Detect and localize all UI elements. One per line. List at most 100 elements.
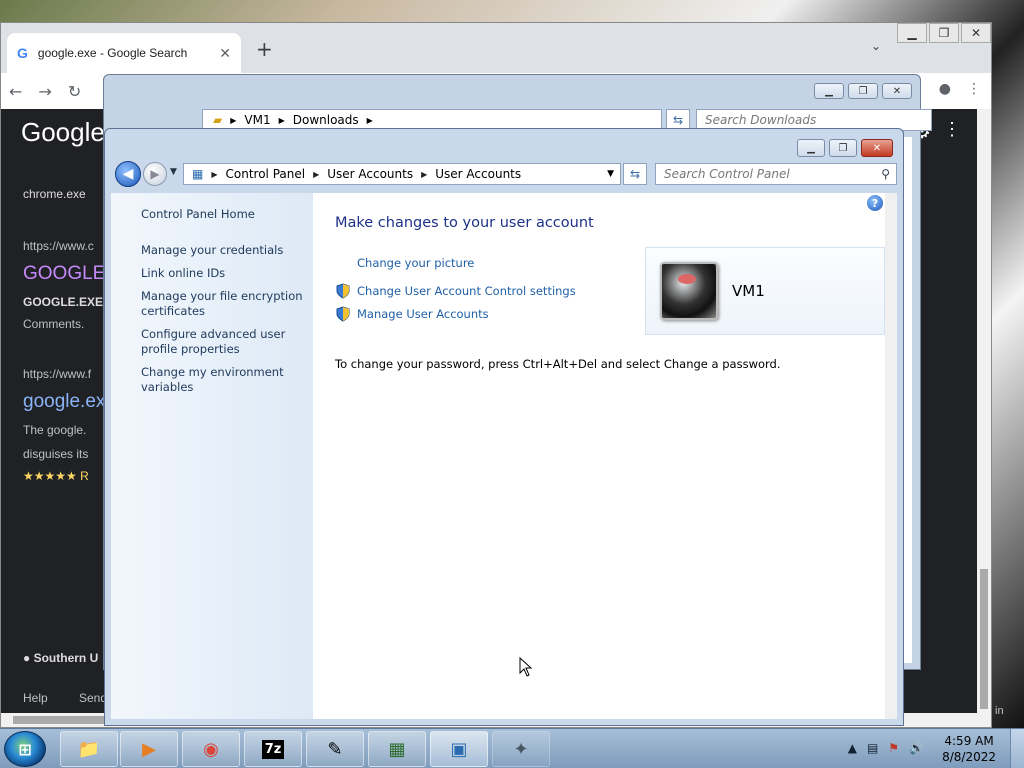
breadcrumb-item[interactable]: User Accounts: [435, 167, 521, 181]
close-button[interactable]: ✕: [861, 139, 893, 157]
start-button[interactable]: ⊞: [4, 731, 46, 767]
taskbar: ⊞ 📁 ▶ ◉ 7z ✎ ▦ ▣ ✦ ▲ ▤ ⚑ 🔊 4:59 AM 8/8/2…: [0, 728, 1024, 768]
search-placeholder: Search Control Panel: [664, 167, 790, 181]
notepad-icon: ✎: [327, 738, 343, 760]
chrome-window-controls: ▁ ❐ ✕: [895, 23, 991, 43]
search-input[interactable]: Search Control Panel ⚲: [655, 163, 897, 185]
refresh-icon[interactable]: ⇆: [623, 163, 647, 185]
reload-icon[interactable]: ↻: [68, 82, 81, 101]
close-button[interactable]: ✕: [882, 83, 912, 99]
explorer-window-controls: ▁ ❐ ✕: [814, 83, 912, 99]
sidebar-item-online-ids[interactable]: Link online IDs: [141, 266, 311, 281]
chrome-tab-strip: G google.exe - Google Search ✕ + ⌄ ▁ ❐ ✕: [1, 23, 991, 73]
control-panel-icon: ▦: [192, 167, 204, 181]
sidebar-home-link[interactable]: Control Panel Home: [141, 207, 311, 222]
result-title-link[interactable]: google.ex: [23, 391, 105, 413]
history-dropdown-icon[interactable]: ▼: [170, 167, 177, 177]
sidebar-item-encryption[interactable]: Manage your file encryption certificates: [141, 289, 311, 319]
result-snippet: chrome.exe: [23, 187, 86, 201]
chrome-menu-icon[interactable]: ⋮: [967, 81, 981, 97]
chrome-icon: ◉: [203, 738, 219, 760]
taskbar-media-player[interactable]: ▶: [120, 731, 178, 767]
cp-content: Control Panel Home Manage your credentia…: [111, 193, 897, 719]
minimize-button[interactable]: ▁: [814, 83, 844, 99]
taskbar-chrome[interactable]: ◉: [182, 731, 240, 767]
action-center-icon[interactable]: ⚑: [888, 741, 899, 755]
cp-window-controls: ▁ ❐ ✕: [797, 139, 893, 157]
new-tab-button[interactable]: +: [256, 37, 273, 61]
profile-icon[interactable]: ●: [939, 81, 951, 97]
footer-help-link[interactable]: Help: [23, 691, 48, 705]
taskbar-terminal[interactable]: ▦: [368, 731, 426, 767]
breadcrumb-item[interactable]: Downloads: [293, 113, 359, 127]
minimize-button[interactable]: ▁: [897, 23, 927, 43]
cp-navbar: ◀ ▶ ▼ ▦ ▶ Control Panel ▶ User Accounts …: [113, 161, 897, 189]
volume-icon[interactable]: 🔊: [909, 741, 924, 755]
breadcrumb-item[interactable]: VM1: [244, 113, 270, 127]
tab-search-chevron-icon[interactable]: ⌄: [871, 39, 881, 53]
network-icon[interactable]: ▤: [867, 741, 878, 755]
vertical-scrollbar[interactable]: [885, 193, 897, 719]
maximize-button[interactable]: ❐: [829, 139, 857, 157]
back-arrow-icon[interactable]: ←: [9, 82, 22, 101]
back-arrow-icon[interactable]: ◀: [115, 161, 141, 187]
vertical-scrollbar[interactable]: [977, 109, 991, 713]
apps-menu-icon[interactable]: ⋮: [943, 119, 961, 140]
minimize-button[interactable]: ▁: [797, 139, 825, 157]
taskbar-control-panel[interactable]: ▣: [430, 731, 488, 767]
google-favicon-icon: G: [17, 45, 28, 61]
help-icon[interactable]: ?: [867, 195, 883, 211]
result-title-link[interactable]: GOOGLE: [23, 263, 105, 285]
forward-arrow-icon[interactable]: ▶: [143, 162, 167, 186]
footer-send-link[interactable]: Send: [79, 691, 107, 705]
folder-icon: ▰: [213, 113, 223, 127]
media-player-icon: ▶: [142, 738, 156, 760]
taskbar-unknown-app[interactable]: ✦: [492, 731, 550, 767]
clock-date: 8/8/2022: [942, 750, 996, 764]
chrome-tab[interactable]: G google.exe - Google Search ✕: [7, 33, 241, 73]
user-avatar[interactable]: [660, 262, 718, 320]
address-dropdown-icon[interactable]: ▼: [607, 169, 614, 179]
show-desktop-button[interactable]: [1010, 729, 1024, 768]
close-button[interactable]: ✕: [961, 23, 991, 43]
mouse-cursor-icon: [519, 657, 533, 677]
tab-title: google.exe - Google Search: [37, 46, 188, 60]
sidebar-item-credentials[interactable]: Manage your credentials: [141, 243, 311, 258]
forward-arrow-icon[interactable]: →: [38, 82, 51, 101]
maximize-button[interactable]: ❐: [848, 83, 878, 99]
uac-settings-link[interactable]: Change User Account Control settings: [335, 283, 576, 299]
user-name: VM1: [732, 282, 765, 300]
task-label[interactable]: Manage User Accounts: [357, 307, 489, 321]
change-picture-link[interactable]: Change your picture: [335, 255, 474, 271]
show-hidden-icons-icon[interactable]: ▲: [848, 741, 857, 755]
google-logo: Google: [21, 117, 105, 147]
tab-close-icon[interactable]: ✕: [219, 45, 231, 62]
clock[interactable]: 4:59 AM 8/8/2022: [942, 733, 996, 765]
scrollbar-thumb[interactable]: [980, 569, 988, 709]
cp-sidebar: Control Panel Home Manage your credentia…: [111, 193, 313, 719]
search-icon[interactable]: ⚲: [881, 167, 890, 181]
address-breadcrumb[interactable]: ▦ ▶ Control Panel ▶ User Accounts ▶ User…: [183, 163, 621, 185]
result-snippet: disguises its: [23, 447, 89, 461]
task-label[interactable]: Change your picture: [357, 256, 474, 270]
sidebar-item-profile-properties[interactable]: Configure advanced user profile properti…: [141, 327, 311, 357]
rating-stars: ★★★★★ R: [23, 469, 89, 483]
taskbar-file-explorer[interactable]: 📁: [60, 731, 118, 767]
taskbar-notepad[interactable]: ✎: [306, 731, 364, 767]
user-account-tile: VM1: [645, 247, 885, 335]
folder-icon: 📁: [77, 738, 101, 760]
maximize-button[interactable]: ❐: [929, 23, 959, 43]
task-label[interactable]: Change User Account Control settings: [357, 284, 576, 298]
sidebar-item-environment-variables[interactable]: Change my environment variables: [141, 365, 311, 395]
result-url: https://www.c: [23, 239, 94, 253]
uac-shield-icon: [336, 306, 350, 322]
app-icon: ✦: [513, 738, 529, 760]
system-tray: ▲ ▤ ⚑ 🔊: [848, 741, 924, 755]
manage-accounts-link[interactable]: Manage User Accounts: [335, 306, 489, 322]
clock-time: 4:59 AM: [944, 734, 994, 748]
result-url: https://www.f: [23, 367, 92, 381]
result-snippet: Comments.: [23, 317, 85, 331]
breadcrumb-item[interactable]: User Accounts: [327, 167, 413, 181]
breadcrumb-item[interactable]: Control Panel: [226, 167, 306, 181]
taskbar-7zip[interactable]: 7z: [244, 731, 302, 767]
